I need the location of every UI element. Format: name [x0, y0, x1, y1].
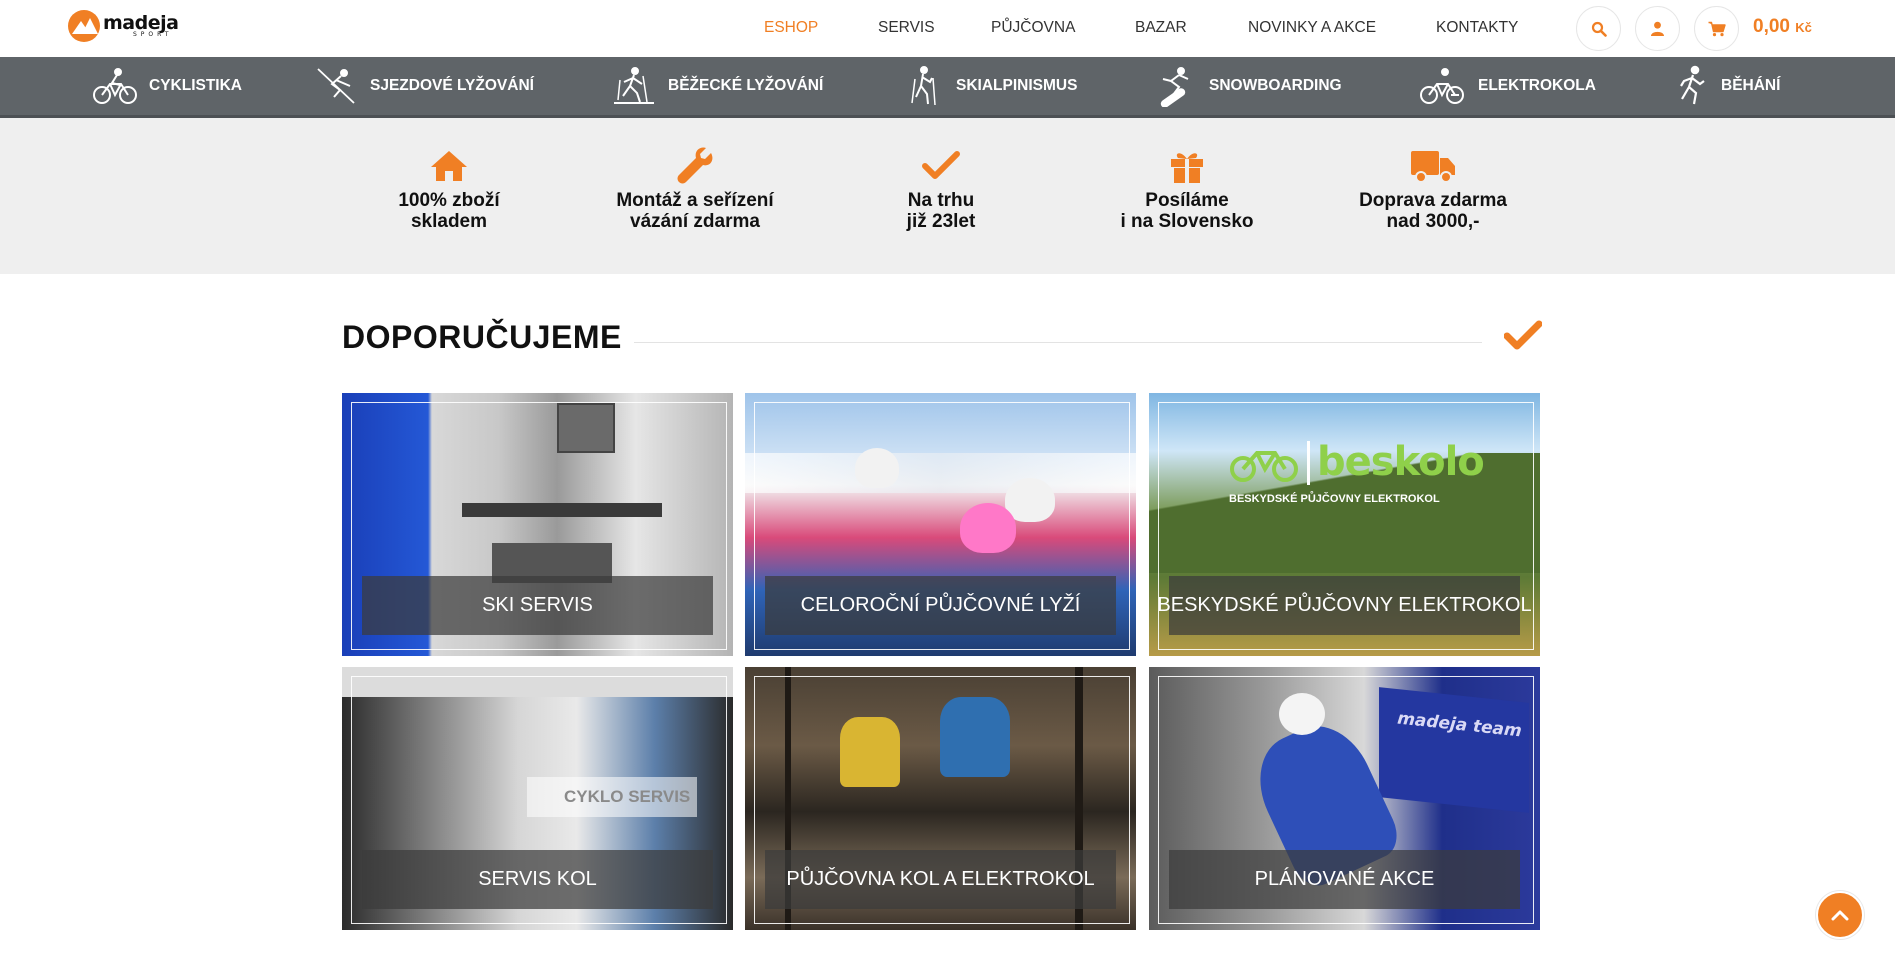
nav-bazar[interactable]: BAZAR — [1135, 19, 1187, 37]
category-skialpinismus[interactable]: SKIALPINISMUS — [904, 57, 1077, 115]
tile-caption: PŮJČOVNA KOL A ELEKTROKOL — [765, 850, 1116, 909]
ebike-icon — [1420, 68, 1464, 104]
tile-caption-text: CELOROČNÍ PŮJČOVNÉ LYŽÍ — [800, 594, 1081, 616]
category-label: BĚHÁNÍ — [1721, 77, 1781, 94]
tile-pujcovne-lyzi[interactable]: CELOROČNÍ PŮJČOVNÉ LYŽÍ — [745, 393, 1136, 656]
nav-kontakty[interactable]: KONTAKTY — [1436, 19, 1518, 37]
logo-mountain-icon — [68, 10, 100, 42]
logo-subtitle: SPORT — [133, 31, 173, 38]
tile-caption: PLÁNOVANÉ AKCE — [1169, 850, 1520, 909]
running-icon — [1680, 65, 1705, 105]
bicycle-icon — [93, 68, 137, 104]
section-divider — [634, 342, 1482, 343]
feature-free-delivery: Doprava zdarma nad 3000,- — [1313, 148, 1553, 232]
search-button[interactable] — [1576, 6, 1621, 51]
nav-servis[interactable]: SERVIS — [878, 19, 935, 37]
category-label: SJEZDOVÉ LYŽOVÁNÍ — [370, 77, 534, 94]
downhill-ski-icon — [317, 68, 355, 104]
tile-ski-servis[interactable]: SKI SERVIS — [342, 393, 733, 656]
cart-currency: Kč — [1795, 20, 1812, 35]
cart-button[interactable] — [1694, 6, 1739, 51]
tile-caption-text: BESKYDSKÉ PŮJČOVNY ELEKTROKOL — [1157, 594, 1532, 616]
tile-servis-kol[interactable]: CYKLO SERVIS SERVIS KOL — [342, 667, 733, 930]
feature-text: 100% zboží skladem — [398, 190, 500, 232]
section-title: DOPORUČUJEME — [342, 319, 622, 355]
feature-text: Doprava zdarma nad 3000,- — [1359, 190, 1507, 232]
search-icon — [1591, 21, 1607, 37]
check-icon — [922, 151, 960, 179]
category-bezecke-lyzovani[interactable]: BĚŽECKÉ LYŽOVÁNÍ — [610, 57, 823, 115]
features-strip: 100% zboží skladem Montáž a seřízení váz… — [0, 118, 1895, 274]
category-sjezdove-lyzovani[interactable]: SJEZDOVÉ LYŽOVÁNÍ — [314, 57, 534, 115]
category-label: SNOWBOARDING — [1209, 77, 1342, 94]
tile-caption-text: SERVIS KOL — [478, 868, 597, 890]
feature-text: Na trhu již 23let — [906, 190, 976, 232]
feature-mounting: Montáž a seřízení vázání zdarma — [575, 147, 815, 232]
tile-caption-text: SKI SERVIS — [482, 594, 593, 616]
tile-caption: SERVIS KOL — [362, 850, 713, 909]
tile-pujcovna-kol[interactable]: PŮJČOVNA KOL A ELEKTROKOL — [745, 667, 1136, 930]
house-icon — [431, 151, 467, 181]
feature-text: Posíláme i na Slovensko — [1120, 190, 1254, 232]
feature-text: Montáž a seřízení vázání zdarma — [616, 190, 774, 232]
category-bar: CYKLISTIKA SJEZDOVÉ LYŽOVÁNÍ BĚŽECKÉ LYŽ… — [0, 57, 1895, 118]
category-behani[interactable]: BĚHÁNÍ — [1675, 57, 1780, 115]
check-icon — [1504, 320, 1542, 350]
gift-icon — [1171, 153, 1203, 183]
site-header: madeja SPORT ESHOP SERVIS PŮJČOVNA BAZAR… — [0, 0, 1895, 57]
category-label: SKIALPINISMUS — [956, 77, 1078, 94]
account-button[interactable] — [1635, 6, 1680, 51]
tile-planovane-akce[interactable]: madeja team PLÁNOVANÉ AKCE — [1149, 667, 1540, 930]
cross-country-ski-icon — [614, 67, 654, 104]
scroll-to-top-button[interactable] — [1816, 891, 1864, 939]
snowboard-icon — [1160, 67, 1189, 107]
nav-novinky-akce[interactable]: NOVINKY A AKCE — [1248, 19, 1376, 37]
tile-caption: SKI SERVIS — [362, 576, 713, 635]
site-logo[interactable]: madeja SPORT — [68, 10, 179, 42]
category-snowboarding[interactable]: SNOWBOARDING — [1155, 57, 1342, 115]
nav-pujcovna[interactable]: PŮJČOVNA — [991, 19, 1075, 37]
tile-caption: CELOROČNÍ PŮJČOVNÉ LYŽÍ — [765, 576, 1116, 635]
category-label: ELEKTROKOLA — [1478, 77, 1596, 94]
truck-icon — [1411, 151, 1455, 183]
nav-eshop[interactable]: ESHOP — [764, 19, 818, 37]
category-cyklistika[interactable]: CYKLISTIKA — [93, 57, 242, 115]
feature-shipping-sk: Posíláme i na Slovensko — [1067, 148, 1307, 232]
feature-in-stock: 100% zboží skladem — [329, 148, 569, 232]
wrench-icon — [677, 147, 713, 184]
category-elektrokola[interactable]: ELEKTROKOLA — [1420, 57, 1596, 115]
tile-caption-text: PLÁNOVANÉ AKCE — [1254, 868, 1435, 890]
cart-icon — [1708, 21, 1726, 36]
cart-amount: 0,00 — [1753, 16, 1790, 37]
tile-caption: BESKYDSKÉ PŮJČOVNY ELEKTROKOL — [1157, 576, 1532, 635]
tile-caption-text: PŮJČOVNA KOL A ELEKTROKOL — [786, 868, 1095, 890]
user-icon — [1651, 21, 1664, 36]
ski-touring-icon — [911, 66, 936, 106]
cart-total[interactable]: 0,00 Kč — [1753, 16, 1812, 38]
category-label: CYKLISTIKA — [149, 77, 242, 94]
tile-beskydske-pujcovny[interactable]: beskolo BESKYDSKÉ PŮJČOVNY ELEKTROKOL BE… — [1149, 393, 1540, 656]
feature-on-market: Na trhu již 23let — [821, 148, 1061, 232]
category-label: BĚŽECKÉ LYŽOVÁNÍ — [668, 77, 824, 94]
chevron-up-icon — [1831, 910, 1849, 921]
